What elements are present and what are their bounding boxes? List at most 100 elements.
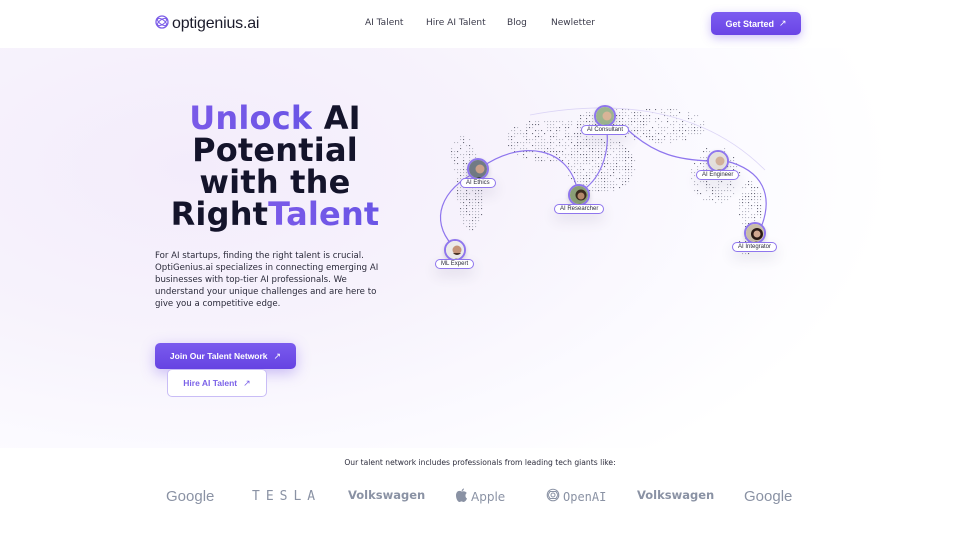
map-dot	[631, 163, 633, 165]
map-dot	[568, 163, 570, 165]
map-dot	[628, 169, 630, 171]
map-dot	[526, 130, 528, 132]
nav-ai-talent[interactable]: AI Talent	[365, 18, 403, 28]
map-dot	[685, 136, 687, 138]
map-dot	[619, 172, 621, 174]
map-dot	[754, 190, 756, 192]
map-dot	[625, 160, 627, 162]
node-ai-researcher[interactable]: AI Researcher	[554, 184, 605, 214]
map-dot	[577, 124, 579, 126]
map-dot	[631, 166, 633, 168]
map-dot	[703, 199, 705, 201]
node-ai-consultant[interactable]: AI Consultant	[581, 105, 630, 135]
map-dot	[676, 115, 678, 117]
map-dot	[610, 166, 612, 168]
map-dot	[517, 145, 519, 147]
map-dot	[604, 178, 606, 180]
map-dot	[589, 154, 591, 156]
map-dot	[679, 136, 681, 138]
node-ai-integrator[interactable]: AI Integrator	[732, 222, 778, 252]
hire-ai-talent-button[interactable]: Hire AI Talent ↗	[167, 369, 267, 397]
node-ml-expert[interactable]: ML Expert	[435, 239, 475, 269]
map-dot	[607, 187, 609, 189]
map-dot	[457, 151, 459, 153]
map-dot	[565, 124, 567, 126]
map-dot	[460, 211, 462, 213]
map-dot	[637, 133, 639, 135]
nav-newsletter[interactable]: Newletter	[551, 18, 595, 28]
map-dot	[538, 133, 540, 135]
map-dot	[571, 151, 573, 153]
map-dot	[643, 118, 645, 120]
get-started-button[interactable]: Get Started ↗	[711, 12, 801, 35]
map-dot	[697, 184, 699, 186]
map-dot	[733, 187, 735, 189]
map-dot	[667, 133, 669, 135]
map-dot	[451, 148, 453, 150]
hire-ai-talent-label: Hire AI Talent	[183, 378, 238, 388]
map-dot	[691, 178, 693, 180]
map-dot	[694, 184, 696, 186]
map-dot	[526, 133, 528, 135]
map-dot	[598, 148, 600, 150]
map-dot	[646, 109, 648, 111]
map-dot	[721, 181, 723, 183]
map-dot	[667, 118, 669, 120]
map-dot	[595, 157, 597, 159]
map-dot	[688, 130, 690, 132]
map-dot	[457, 196, 459, 198]
map-dot	[724, 199, 726, 201]
map-dot	[580, 148, 582, 150]
map-dot	[589, 160, 591, 162]
map-dot	[655, 142, 657, 144]
map-dot	[649, 109, 651, 111]
map-dot	[586, 145, 588, 147]
map-dot	[571, 142, 573, 144]
map-dot	[460, 154, 462, 156]
map-dot	[679, 124, 681, 126]
map-dot	[637, 115, 639, 117]
map-dot	[574, 163, 576, 165]
map-dot	[475, 190, 477, 192]
map-dot	[478, 205, 480, 207]
map-dot	[547, 121, 549, 123]
map-dot	[589, 181, 591, 183]
map-dot	[523, 136, 525, 138]
brand-logo[interactable]: optigenius.ai	[155, 14, 259, 33]
map-dot	[757, 187, 759, 189]
map-dot	[511, 142, 513, 144]
map-dot	[469, 199, 471, 201]
join-talent-network-button[interactable]: Join Our Talent Network ↗	[155, 343, 296, 369]
nav-blog[interactable]: Blog	[507, 18, 527, 28]
map-dot	[676, 133, 678, 135]
map-dot	[577, 178, 579, 180]
map-dot	[610, 145, 612, 147]
map-dot	[553, 157, 555, 159]
map-dot	[610, 148, 612, 150]
map-dot	[730, 184, 732, 186]
partner-logo-apple: Apple	[455, 488, 505, 506]
map-dot	[463, 217, 465, 219]
map-dot	[598, 145, 600, 147]
map-dot	[625, 157, 627, 159]
map-dot	[661, 130, 663, 132]
map-dot	[526, 124, 528, 126]
map-dot	[730, 196, 732, 198]
map-dot	[562, 121, 564, 123]
node-ai-ethics[interactable]: AI Ethics	[460, 158, 496, 188]
map-dot	[703, 181, 705, 183]
map-dot	[523, 157, 525, 159]
map-dot	[616, 142, 618, 144]
node-ai-engineer[interactable]: AI Engineer	[696, 150, 740, 180]
map-dot	[709, 187, 711, 189]
map-dot	[580, 142, 582, 144]
map-dot	[472, 220, 474, 222]
map-dot	[523, 133, 525, 135]
map-dot	[619, 148, 621, 150]
map-dot	[754, 187, 756, 189]
nav-hire-ai-talent[interactable]: Hire AI Talent	[426, 18, 486, 28]
map-dot	[676, 121, 678, 123]
map-dot	[730, 190, 732, 192]
map-dot	[751, 214, 753, 216]
map-dot	[637, 121, 639, 123]
